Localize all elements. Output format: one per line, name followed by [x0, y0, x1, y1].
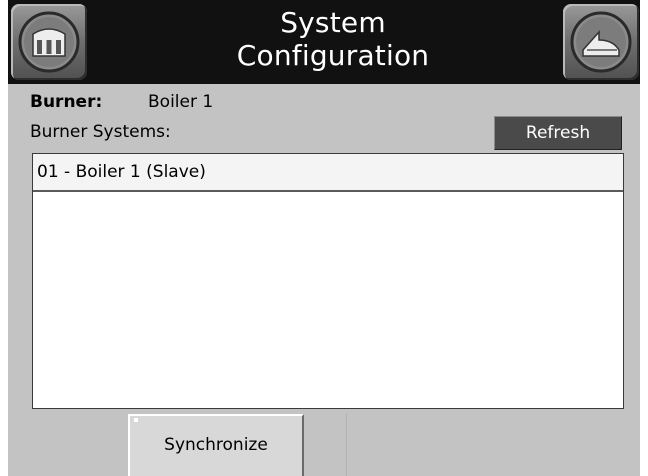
burner-label: Burner: [30, 92, 103, 112]
divider [346, 414, 347, 476]
page-title: System Configuration [98, 6, 568, 72]
home-button[interactable] [11, 4, 87, 80]
burner-systems-label: Burner Systems: [30, 122, 171, 142]
back-arrow-icon [570, 11, 632, 73]
list-item[interactable]: 01 - Boiler 1 (Slave) [33, 154, 623, 192]
page-title-line1: System [280, 6, 386, 39]
header-bar: System Configuration [8, 0, 640, 84]
button-notch [134, 418, 138, 422]
burner-value: Boiler 1 [148, 92, 214, 112]
back-button[interactable] [563, 4, 639, 80]
page-title-line2: Configuration [236, 39, 430, 72]
burner-systems-list[interactable]: 01 - Boiler 1 (Slave) [32, 153, 624, 409]
building-icon [18, 11, 80, 73]
refresh-button[interactable]: Refresh [494, 116, 622, 150]
synchronize-label: Synchronize [164, 435, 268, 455]
system-configuration-screen: System Configuration Burner: Boiler 1 Bu… [8, 0, 640, 476]
list-item-text: 01 - Boiler 1 (Slave) [37, 162, 206, 182]
synchronize-button[interactable]: Synchronize [128, 414, 304, 476]
